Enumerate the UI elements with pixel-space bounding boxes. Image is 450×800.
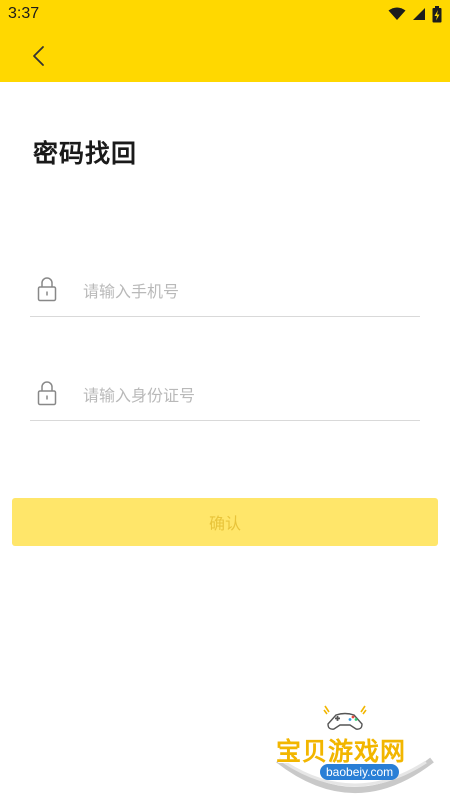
signal-icon (413, 8, 425, 20)
watermark-brand: 宝贝游戏网 (276, 737, 407, 766)
lock-icon (37, 381, 57, 406)
chevron-left-icon (33, 46, 44, 66)
app-bar (0, 28, 450, 82)
id-card-field-row (30, 372, 420, 421)
page-title: 密码找回 (33, 139, 138, 168)
lock-icon (37, 277, 57, 302)
battery-icon (432, 5, 442, 22)
confirm-button[interactable]: 确认 (12, 498, 438, 546)
status-bar: 3:37 (0, 0, 450, 28)
status-time: 3:37 (8, 5, 40, 22)
watermark: 宝贝游戏网 baobeiy.com (270, 700, 440, 796)
watermark-domain: baobeiy.com (320, 764, 400, 780)
phone-field-row (30, 268, 420, 317)
back-button[interactable] (22, 40, 54, 72)
gamepad-icon (323, 705, 367, 730)
wifi-icon (388, 7, 406, 20)
phone-input[interactable] (83, 277, 403, 305)
status-icons (388, 5, 442, 23)
id-card-input[interactable] (83, 381, 403, 409)
